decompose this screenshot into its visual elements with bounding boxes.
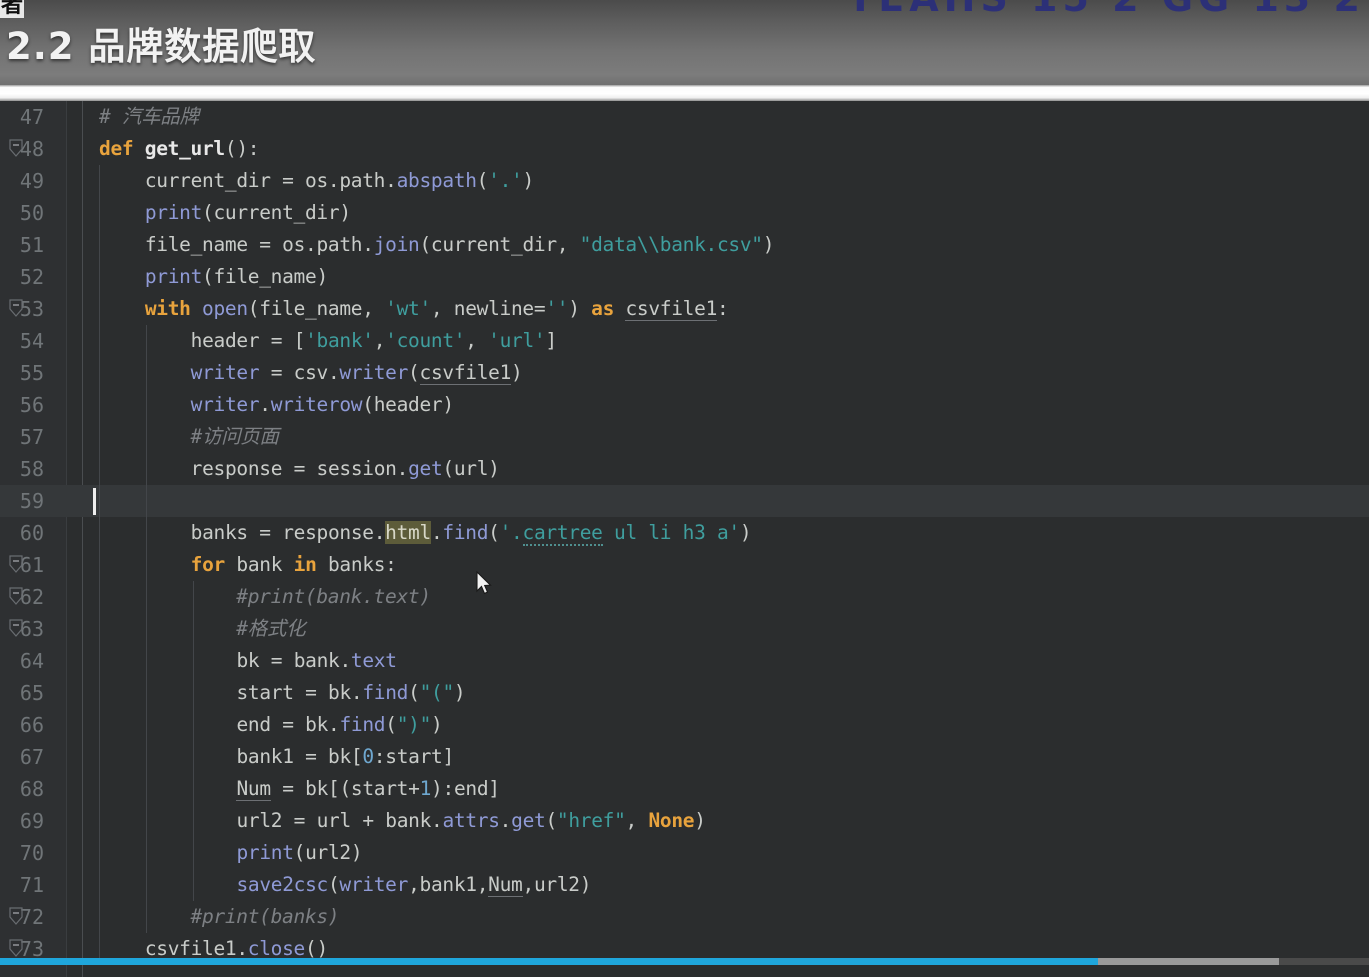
code-text: writer.writerow(header) [190,393,454,416]
line-number: 70 [19,841,44,865]
code-text: header = ['bank','count', 'url'] [190,329,558,352]
fold-toggle-icon[interactable] [8,938,24,958]
fold-toggle-icon[interactable] [8,554,24,574]
code-line[interactable]: 57 #访问页面 [0,421,1369,453]
clipped-top-text: TEAHS 15 2 GG 13 2 [847,0,1365,20]
line-number: 69 [19,809,44,833]
line-number: 68 [19,777,44,801]
line-number: 66 [19,713,44,737]
video-progress-track[interactable] [0,958,1369,965]
code-line[interactable]: 66 end = bk.find(")") [0,709,1369,741]
line-number: 49 [19,169,44,193]
code-line[interactable]: 49 current_dir = os.path.abspath('.') [0,165,1369,197]
code-line[interactable]: 59 [0,485,1369,517]
code-text: bank1 = bk[0:start] [236,745,454,768]
code-line[interactable]: 54 header = ['bank','count', 'url'] [0,325,1369,357]
line-number: 54 [19,329,44,353]
line-number: 50 [19,201,44,225]
code-line[interactable]: 47 # 汽车品牌 [0,101,1369,133]
code-line[interactable]: 69 url2 = url + bank.attrs.get("href", N… [0,805,1369,837]
code-line[interactable]: 67 bank1 = bk[0:start] [0,741,1369,773]
code-line[interactable]: 56 writer.writerow(header) [0,389,1369,421]
line-number: 67 [19,745,44,769]
line-number: 59 [19,489,44,513]
code-text: #访问页面 [99,425,280,448]
code-line[interactable]: 65 start = bk.find("(") [0,677,1369,709]
corner-glyph: 者 [0,0,25,18]
code-editor[interactable]: 47 # 汽车品牌 48 def get_url(): 49 current_dir =… [0,101,1369,977]
code-line[interactable]: 68 Num = bk[(start+1):end] [0,773,1369,805]
text-caret [93,488,96,515]
code-text: save2csc(writer,bank1,Num,url2) [236,873,592,897]
line-number: 71 [19,873,44,897]
code-text: current_dir = os.path.abspath('.') [144,169,534,192]
code-lines-container[interactable]: 47 # 汽车品牌 48 def get_url(): 49 current_dir =… [0,101,1369,965]
code-line[interactable]: 58 response = session.get(url) [0,453,1369,485]
header-divider-band [0,85,1369,101]
code-text: #格式化 [99,617,306,640]
code-line[interactable]: 50 print(current_dir) [0,197,1369,229]
code-text: writer = csv.writer(csvfile1) [190,361,523,385]
line-number: 57 [19,425,44,449]
fold-toggle-icon[interactable] [8,298,24,318]
code-line[interactable]: 63 #格式化 [0,613,1369,645]
page-title: 2.2 品牌数据爬取 [6,25,317,68]
line-number: 64 [19,649,44,673]
fold-toggle-icon[interactable] [8,618,24,638]
line-number: 52 [19,265,44,289]
code-text: print(file_name) [144,265,328,288]
line-number: 47 [19,105,44,129]
line-number: 51 [19,233,44,257]
code-text: for bank in banks: [190,553,397,576]
code-text: # 汽车品牌 [99,105,199,128]
code-line[interactable]: 51 file_name = os.path.join(current_dir,… [0,229,1369,261]
code-line[interactable]: 60 banks = response.html.find('.cartree … [0,517,1369,549]
fold-toggle-icon[interactable] [8,906,24,926]
code-text: bk = bank.text [236,649,397,672]
code-line[interactable]: 53 with open(file_name, 'wt', newline=''… [0,293,1369,325]
fold-toggle-icon[interactable] [8,138,24,158]
code-line[interactable]: 55 writer = csv.writer(csvfile1) [0,357,1369,389]
code-text: def get_url(): [99,137,260,160]
code-line[interactable]: 64 bk = bank.text [0,645,1369,677]
code-line[interactable]: 70 print(url2) [0,837,1369,869]
line-number: 58 [19,457,44,481]
code-line[interactable]: 71 save2csc(writer,bank1,Num,url2) [0,869,1369,901]
line-number: 65 [19,681,44,705]
fold-toggle-icon[interactable] [8,586,24,606]
code-text: print(url2) [236,841,363,864]
code-line[interactable]: 72 #print(banks) [0,901,1369,933]
line-number: 55 [19,361,44,385]
line-number: 60 [19,521,44,545]
code-text: banks = response.html.find('.cartree ul … [190,521,752,546]
slide-header: TEAHS 15 2 GG 13 2 2.2 品牌数据爬取 者 [0,0,1369,85]
code-text: Num = bk[(start+1):end] [236,777,500,801]
code-text: end = bk.find(")") [236,713,443,736]
code-text: with open(file_name, 'wt', newline='') a… [144,297,729,321]
code-text: start = bk.find("(") [236,681,466,704]
code-text: url2 = url + bank.attrs.get("href", None… [236,809,706,832]
code-line[interactable]: 62 #print(bank.text) [0,581,1369,613]
code-text: #print(bank.text) [99,585,431,608]
code-text: #print(banks) [99,905,340,928]
video-progress-played[interactable] [0,958,1098,965]
line-number: 56 [19,393,44,417]
code-text: file_name = os.path.join(current_dir, "d… [144,233,775,256]
code-line[interactable]: 52 print(file_name) [0,261,1369,293]
code-line[interactable]: 61 for bank in banks: [0,549,1369,581]
code-line[interactable]: 48 def get_url(): [0,133,1369,165]
code-text: response = session.get(url) [190,457,500,480]
code-text: print(current_dir) [144,201,351,224]
